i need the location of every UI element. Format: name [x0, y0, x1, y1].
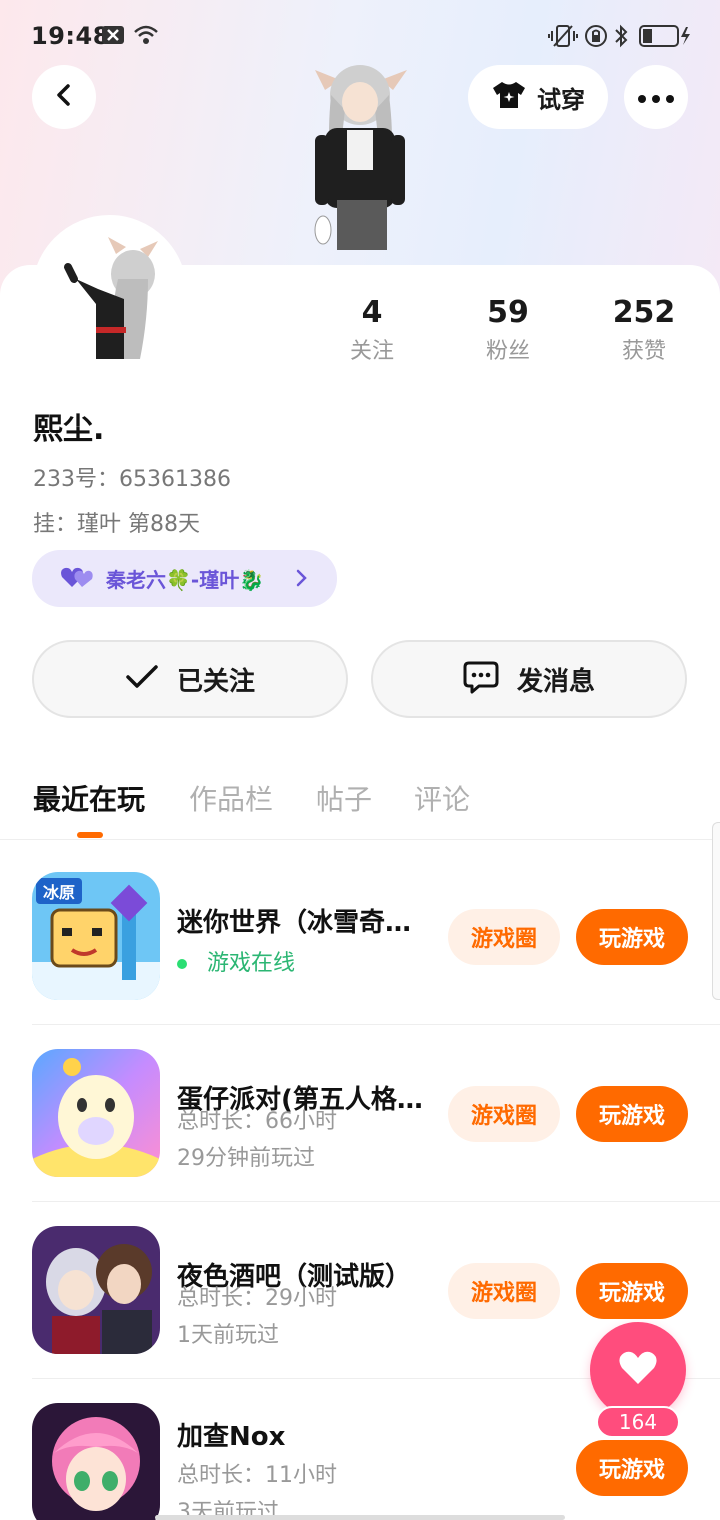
- heart-icon: [618, 1350, 658, 1390]
- game-duration: 总时长：11小时: [177, 1463, 337, 1488]
- chevron-right-icon: [295, 566, 309, 594]
- play-game-button[interactable]: 玩游戏: [576, 1440, 688, 1496]
- likes-count: 252: [612, 295, 676, 330]
- back-button[interactable]: [32, 65, 96, 129]
- status-time: 19:48: [31, 22, 110, 50]
- guild-pill[interactable]: 秦老六🍀-瑾叶🐉: [32, 550, 337, 607]
- content-tabs: 最近在玩 作品栏 帖子 评论: [0, 770, 720, 840]
- stat-fans[interactable]: 59 粉丝: [448, 293, 568, 371]
- game-icon-night-bar[interactable]: [32, 1226, 160, 1354]
- game-title: 迷你世界（冰雪奇…: [177, 908, 412, 938]
- wifi-icon: [133, 24, 159, 50]
- character-avatar-image: [285, 50, 435, 265]
- likes-label: 获赞: [621, 339, 666, 364]
- game-online-status: 游戏在线: [177, 945, 295, 977]
- notification-x-icon: [102, 26, 124, 48]
- like-button[interactable]: [590, 1322, 686, 1418]
- game-title: 加查Nox: [177, 1422, 286, 1452]
- bluetooth-icon: [613, 24, 629, 52]
- more-button[interactable]: [624, 65, 688, 129]
- play-game-button[interactable]: 玩游戏: [576, 1263, 688, 1319]
- chat-icon: [463, 660, 499, 698]
- try-on-label: 试穿: [537, 85, 585, 114]
- game-last-played: 1天前玩过: [177, 1323, 279, 1348]
- stats-row: 4 关注 59 粉丝 252 获赞: [300, 293, 720, 373]
- tab-works[interactable]: 作品栏: [189, 778, 273, 818]
- game-circle-button[interactable]: 游戏圈: [448, 909, 560, 965]
- game-icon-eggy-party[interactable]: [32, 1049, 160, 1177]
- avatar[interactable]: [32, 215, 187, 370]
- user-id: 233号：65361386: [33, 467, 231, 492]
- followed-button[interactable]: 已关注: [32, 640, 348, 718]
- play-game-button[interactable]: 玩游戏: [576, 909, 688, 965]
- battery-icon: [639, 25, 691, 51]
- svg-text:冰原: 冰原: [43, 883, 75, 902]
- game-duration: 总时长：29小时: [177, 1286, 337, 1311]
- lock-rotation-icon: [584, 24, 608, 52]
- try-on-button[interactable]: 试穿: [468, 65, 608, 129]
- game-circle-button[interactable]: 游戏圈: [448, 1086, 560, 1142]
- online-status-text: 游戏在线: [207, 951, 296, 976]
- username: 熙尘.: [33, 412, 105, 447]
- game-last-played: 29分钟前玩过: [177, 1146, 315, 1171]
- tshirt-icon: [491, 80, 527, 114]
- game-icon-gacha-nox[interactable]: [32, 1403, 160, 1520]
- message-label: 发消息: [516, 666, 595, 697]
- guild-name: 秦老六🍀-瑾叶🐉: [106, 568, 265, 592]
- following-count: 4: [361, 295, 383, 330]
- game-duration: 总时长：66小时: [177, 1109, 337, 1134]
- heart-pair-icon: [60, 565, 94, 593]
- message-button[interactable]: 发消息: [371, 640, 687, 718]
- hang-status: 挂：瑾叶 第88天: [33, 512, 200, 537]
- back-arrow-icon: [52, 83, 76, 111]
- vibrate-icon: [548, 24, 578, 52]
- stat-likes[interactable]: 252 获赞: [584, 293, 704, 371]
- fans-label: 粉丝: [485, 339, 530, 364]
- followed-label: 已关注: [176, 666, 255, 697]
- tab-recent-play[interactable]: 最近在玩: [33, 778, 145, 818]
- like-count: 164: [596, 1406, 680, 1438]
- tab-posts[interactable]: 帖子: [316, 778, 372, 818]
- game-circle-button[interactable]: 游戏圈: [448, 1263, 560, 1319]
- tab-comments[interactable]: 评论: [414, 778, 470, 818]
- play-game-button[interactable]: 玩游戏: [576, 1086, 688, 1142]
- more-icon: [638, 88, 674, 107]
- check-icon: [125, 664, 159, 694]
- fans-count: 59: [487, 295, 529, 330]
- online-dot-icon: [177, 959, 187, 969]
- following-label: 关注: [349, 339, 394, 364]
- game-icon-mini-world[interactable]: 冰原: [32, 872, 160, 1000]
- tab-active-indicator: [77, 832, 103, 838]
- home-indicator: [155, 1515, 565, 1520]
- stat-following[interactable]: 4 关注: [312, 293, 432, 371]
